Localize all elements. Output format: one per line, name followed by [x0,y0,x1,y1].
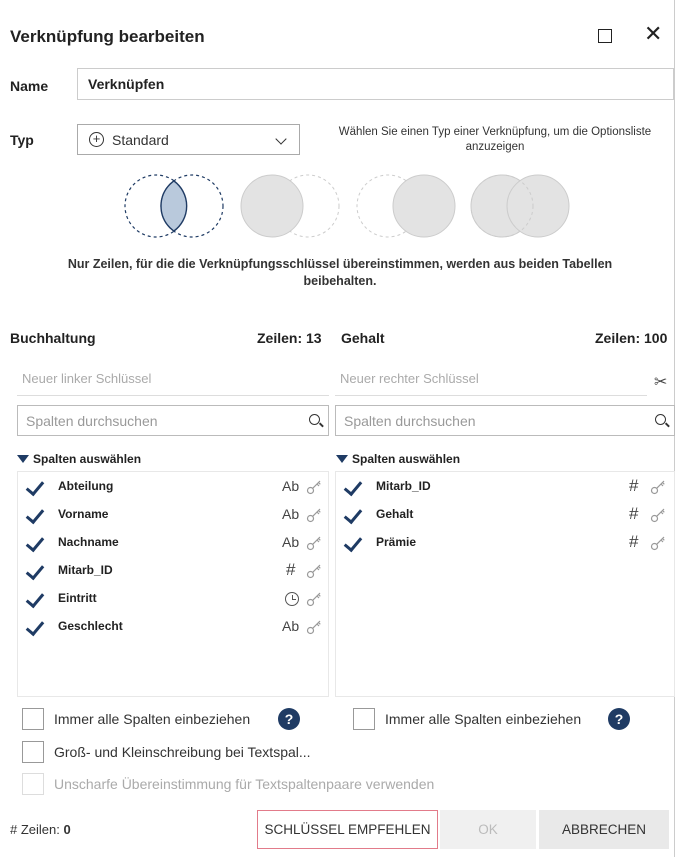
left-select-columns-toggle[interactable]: Spalten auswählen [17,452,141,466]
right-key-input[interactable]: Neuer rechter Schlüssel [335,364,647,396]
column-row[interactable]: Abteilung Ab [18,475,328,499]
right-select-columns-toggle[interactable]: Spalten auswählen [336,452,460,466]
left-rows-count: Zeilen: 13 [257,330,322,346]
left-column-list: Abteilung Ab Vorname Ab Nachname Ab Mita… [17,471,329,697]
column-name: Mitarb_ID [376,479,431,493]
column-row[interactable]: Mitarb_ID # [336,475,674,499]
left-always-include-checkbox[interactable] [22,708,44,730]
number-type-icon: # [629,532,639,551]
right-column-list: Mitarb_ID # Gehalt # Prämie # [335,471,675,697]
right-always-include-label: Immer alle Spalten einbeziehen [385,711,582,727]
column-name: Geschlecht [58,619,123,633]
check-icon[interactable] [25,532,45,553]
check-icon[interactable] [343,532,363,553]
column-name: Prämie [376,535,417,549]
left-table-name: Buchhaltung [10,330,96,346]
key-icon[interactable] [306,591,322,607]
column-name: Eintritt [58,591,97,605]
key-icon[interactable] [650,535,666,551]
left-always-include-label: Immer alle Spalten einbeziehen [54,711,251,727]
name-label: Name [10,78,49,94]
join-type-value: Standard [112,132,169,148]
triangle-down-icon [336,455,348,463]
case-sensitivity-checkbox[interactable] [22,741,44,763]
result-rows-label: # Zeilen: [10,822,60,837]
text-type-icon: Ab [282,618,300,634]
column-row[interactable]: Gehalt # [336,503,674,527]
right-always-include-checkbox[interactable] [353,708,375,730]
column-row[interactable]: Prämie # [336,531,674,555]
search-icon [309,414,320,425]
key-icon[interactable] [650,479,666,495]
number-type-icon: # [629,504,639,523]
left-key-input[interactable]: Neuer linker Schlüssel [17,364,329,396]
dialog-title: Verknüpfung bearbeiten [10,27,205,46]
column-row[interactable]: Geschlecht Ab [18,615,328,639]
column-name: Abteilung [58,479,114,493]
left-search-placeholder: Spalten durchsuchen [26,413,158,429]
left-search-input[interactable]: Spalten durchsuchen [17,405,329,436]
join-inner-option[interactable] [120,170,230,242]
right-search-input[interactable]: Spalten durchsuchen [335,405,675,436]
join-right-option[interactable] [352,170,462,242]
ok-button[interactable]: OK [440,810,536,849]
column-name: Nachname [58,535,119,549]
key-icon[interactable] [650,507,666,523]
column-name: Gehalt [376,507,414,521]
right-select-columns-label: Spalten auswählen [352,452,461,466]
join-type-hint: Wählen Sie einen Typ einer Verknüpfung, … [338,126,652,153]
check-icon[interactable] [343,476,363,497]
right-table-name: Gehalt [341,330,385,346]
key-icon[interactable] [306,479,322,495]
column-name: Mitarb_ID [58,563,113,577]
join-type-description: Nur Zeilen, für die die Verknüpfungsschl… [67,257,613,288]
column-row[interactable]: Eintritt [18,587,328,611]
column-row[interactable]: Nachname Ab [18,531,328,555]
join-full-option[interactable] [466,170,576,242]
text-type-icon: Ab [282,506,300,522]
fuzzy-match-checkbox[interactable] [22,773,44,795]
case-sensitivity-label: Groß- und Kleinschreibung bei Textspal..… [54,744,311,760]
key-icon[interactable] [306,563,322,579]
check-icon[interactable] [25,504,45,525]
result-rows-value: 0 [63,822,71,837]
column-row[interactable]: Vorname Ab [18,503,328,527]
clock-icon [285,592,299,606]
triangle-down-icon [17,455,29,463]
type-label: Typ [10,132,34,148]
scissors-icon[interactable]: ✂ [654,372,667,391]
key-icon[interactable] [306,619,322,635]
key-icon[interactable] [306,535,322,551]
key-icon[interactable] [306,507,322,523]
text-type-icon: Ab [282,478,300,494]
column-name: Vorname [58,507,109,521]
help-icon[interactable]: ? [278,708,300,730]
check-icon[interactable] [343,504,363,525]
chevron-down-icon [275,133,287,145]
column-row[interactable]: Mitarb_ID # [18,559,328,583]
check-icon[interactable] [25,616,45,637]
name-input[interactable] [77,68,674,100]
check-icon[interactable] [25,588,45,609]
suggest-keys-button[interactable]: SCHLÜSSEL EMPFEHLEN [257,810,438,849]
result-rows-count: # Zeilen: 0 [10,822,71,837]
maximize-icon[interactable] [598,29,612,43]
right-search-placeholder: Spalten durchsuchen [344,413,476,429]
text-type-icon: Ab [282,534,300,550]
join-left-option[interactable] [236,170,346,242]
close-icon[interactable]: ✕ [644,24,662,46]
search-icon [655,414,666,425]
number-type-icon: # [629,476,639,495]
edit-join-dialog: Verknüpfung bearbeiten ✕ Name Typ + Stan… [0,0,675,857]
left-select-columns-label: Spalten auswählen [33,452,142,466]
join-type-select[interactable]: + Standard [77,124,300,155]
right-rows-count: Zeilen: 100 [595,330,668,346]
check-icon[interactable] [25,476,45,497]
plus-circle-icon: + [89,132,104,147]
cancel-button[interactable]: ABBRECHEN [539,810,669,849]
help-icon[interactable]: ? [608,708,630,730]
fuzzy-match-label: Unscharfe Übereinstimmung für Textspalte… [54,776,435,792]
check-icon[interactable] [25,560,45,581]
number-type-icon: # [286,560,296,579]
